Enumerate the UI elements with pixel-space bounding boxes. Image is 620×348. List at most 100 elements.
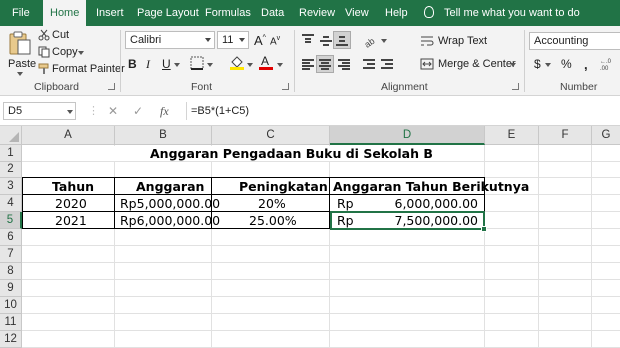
cell-c4-peningkatan[interactable]: 20% — [258, 196, 286, 211]
ribbon-home: Paste Cut Copy Format Painter Clipboard … — [0, 26, 620, 96]
formula-bar: D5 ⋮ ✕ ✓ fx =B5*(1+C5) — [0, 96, 620, 126]
wrap-text-icon — [421, 36, 434, 46]
format-painter-button[interactable]: Format Painter — [38, 62, 125, 76]
column-header-e[interactable]: E — [485, 126, 539, 145]
more-dots-icon: ⋮ — [88, 105, 99, 117]
row-header-8[interactable]: 8 — [0, 263, 22, 280]
copy-button[interactable]: Copy — [38, 45, 88, 59]
column-header-g[interactable]: G — [592, 126, 620, 145]
align-right-icon[interactable] — [336, 56, 352, 72]
clipboard-launcher-icon[interactable] — [108, 83, 115, 90]
align-left-icon[interactable] — [300, 56, 316, 72]
row-header-6[interactable]: 6 — [0, 229, 22, 246]
row-header-10[interactable]: 10 — [0, 297, 22, 314]
header-anggaran[interactable]: Anggaran — [136, 179, 204, 194]
column-header-a[interactable]: A — [22, 126, 115, 145]
sheet-title: Anggaran Pengadaan Buku di Sekolah B — [150, 146, 433, 161]
format-painter-label: Format Painter — [52, 63, 125, 75]
cell-b4-anggaran[interactable]: Rp5,000,000.00 — [120, 196, 220, 211]
cell-d4-value[interactable]: 6,000,000.00 — [392, 196, 479, 211]
chevron-down-icon — [78, 51, 84, 55]
alignment-launcher-icon[interactable] — [512, 83, 519, 90]
increase-indent-icon[interactable] — [380, 56, 394, 72]
tab-page-layout[interactable]: Page Layout — [137, 0, 199, 26]
tab-help[interactable]: Help — [385, 0, 408, 26]
column-header-b[interactable]: B — [115, 126, 212, 145]
cut-label: Cut — [52, 29, 70, 41]
svg-text:←.0: ←.0 — [600, 59, 612, 65]
cell-d4-currency[interactable]: Rp — [337, 196, 354, 211]
merge-center-label: Merge & Center — [438, 58, 516, 70]
clipboard-group-label: Clipboard — [34, 81, 79, 93]
align-bottom-icon[interactable] — [333, 31, 351, 49]
font-color-icon[interactable]: A — [258, 54, 274, 70]
row-header-7[interactable]: 7 — [0, 246, 22, 263]
borders-icon[interactable] — [190, 56, 204, 70]
group-divider — [524, 30, 525, 92]
tab-data[interactable]: Data — [261, 0, 284, 26]
active-cell-selection — [330, 211, 485, 230]
number-format-select[interactable]: Accounting — [529, 32, 620, 50]
svg-text:ab: ab — [363, 36, 377, 48]
align-center-icon[interactable] — [316, 55, 334, 73]
header-peningkatan[interactable]: Peningkatan — [239, 179, 328, 194]
bold-icon[interactable]: B — [128, 57, 137, 71]
font-size-select[interactable]: 11 — [217, 31, 249, 49]
row-header-3[interactable]: 3 — [0, 178, 22, 195]
align-middle-icon[interactable] — [318, 32, 334, 48]
italic-icon[interactable]: I — [146, 57, 150, 72]
wrap-text-button[interactable]: Wrap Text — [420, 34, 500, 50]
decrease-font-icon[interactable]: Av — [270, 35, 280, 47]
row-header-1[interactable]: 1 — [0, 145, 22, 162]
cell-b5-anggaran[interactable]: Rp6,000,000.00 — [120, 213, 220, 228]
align-top-icon[interactable] — [300, 32, 316, 48]
paste-button[interactable]: Paste — [6, 30, 36, 76]
column-header-f[interactable]: F — [539, 126, 592, 145]
copy-label: Copy — [52, 46, 78, 58]
alignment-group-label: Alignment — [381, 81, 428, 93]
fill-color-icon[interactable] — [229, 54, 245, 70]
tell-me-search[interactable]: Tell me what you want to do — [444, 0, 580, 26]
row-header-11[interactable]: 11 — [0, 314, 22, 331]
cell-a4-tahun[interactable]: 2020 — [55, 196, 87, 211]
header-anggaran-tahun-berikutnya[interactable]: Anggaran Tahun Berikutnya — [333, 179, 529, 194]
cell-a5-tahun[interactable]: 2021 — [55, 213, 87, 228]
wrap-text-label: Wrap Text — [438, 35, 488, 47]
comma-style-icon[interactable]: , — [584, 57, 588, 72]
cell-c5-peningkatan[interactable]: 25.00% — [249, 213, 297, 228]
tab-review[interactable]: Review — [299, 0, 335, 26]
row-header-12[interactable]: 12 — [0, 331, 22, 348]
percent-style-icon[interactable]: % — [561, 57, 572, 71]
tab-home[interactable]: Home — [43, 0, 87, 27]
decrease-indent-icon[interactable] — [362, 56, 376, 72]
merge-center-button[interactable]: Merge & Center — [420, 57, 520, 73]
name-box[interactable]: D5 — [3, 102, 76, 120]
formula-input[interactable]: =B5*(1+C5) — [186, 102, 620, 120]
column-header-c[interactable]: C — [212, 126, 330, 145]
underline-icon[interactable]: U — [162, 57, 171, 71]
row-header-4[interactable]: 4 — [0, 195, 22, 212]
cut-button[interactable]: Cut — [38, 28, 78, 42]
tab-file[interactable]: File — [12, 0, 30, 26]
insert-function-icon[interactable]: fx — [160, 104, 169, 119]
confirm-entry-icon[interactable]: ✓ — [133, 104, 143, 118]
fill-handle[interactable] — [481, 226, 487, 232]
select-all-button[interactable] — [0, 126, 22, 145]
cancel-entry-icon[interactable]: ✕ — [108, 104, 118, 118]
tab-insert[interactable]: Insert — [96, 0, 124, 26]
font-name-select[interactable]: Calibri — [125, 31, 215, 49]
column-header-d[interactable]: D — [330, 126, 485, 145]
font-launcher-icon[interactable] — [282, 83, 289, 90]
row-header-2[interactable]: 2 — [0, 162, 22, 178]
tab-formulas[interactable]: Formulas — [205, 0, 251, 26]
increase-font-icon[interactable]: A^ — [254, 33, 266, 48]
row-header-5[interactable]: 5 — [0, 212, 22, 229]
increase-decimal-icon[interactable]: ←.0.00 — [600, 56, 618, 72]
orientation-icon[interactable]: ab — [362, 32, 378, 48]
merge-icon — [420, 58, 434, 70]
tab-view[interactable]: View — [345, 0, 369, 26]
header-tahun[interactable]: Tahun — [52, 179, 94, 194]
group-divider — [294, 30, 295, 92]
row-header-9[interactable]: 9 — [0, 280, 22, 297]
accounting-format-icon[interactable]: $ — [534, 57, 541, 71]
